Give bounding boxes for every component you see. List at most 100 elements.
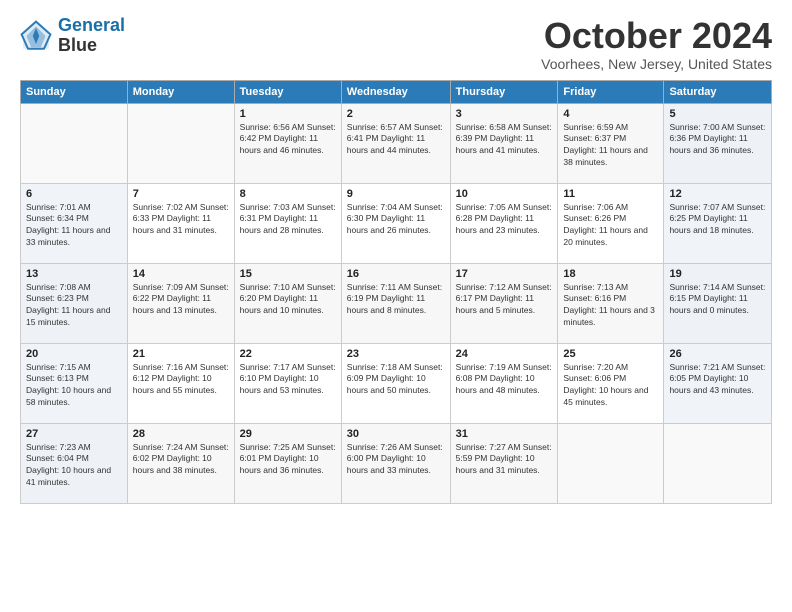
day-number: 31	[456, 428, 553, 440]
calendar-day: 8 Sunrise: 7:03 AM Sunset: 6:31 PM Daylig…	[234, 183, 341, 263]
day-info: Sunrise: 7:12 AM Sunset: 6:17 PM Dayligh…	[456, 282, 553, 318]
calendar-day: 12 Sunrise: 7:07 AM Sunset: 6:25 PM Dayli…	[664, 183, 772, 263]
calendar-day: 21 Sunrise: 7:16 AM Sunset: 6:12 PM Dayli…	[127, 343, 234, 423]
calendar-body: 1 Sunrise: 6:56 AM Sunset: 6:42 PM Daylig…	[21, 103, 772, 503]
calendar-day	[21, 103, 128, 183]
calendar-week-5: 27Sunrise: 7:23 AM Sunset: 6:04 PM Dayli…	[21, 423, 772, 503]
day-info: Sunrise: 7:18 AM Sunset: 6:09 PM Dayligh…	[347, 362, 445, 398]
logo-line2: Blue	[58, 36, 125, 56]
day-info: Sunrise: 7:16 AM Sunset: 6:12 PM Dayligh…	[133, 362, 229, 398]
day-info: Sunrise: 7:13 AM Sunset: 6:16 PM Dayligh…	[563, 282, 658, 330]
calendar-day: 29 Sunrise: 7:25 AM Sunset: 6:01 PM Dayli…	[234, 423, 341, 503]
day-info: Sunrise: 7:25 AM Sunset: 6:01 PM Dayligh…	[240, 442, 336, 478]
calendar-week-3: 13 Sunrise: 7:08 AM Sunset: 6:23 PM Dayli…	[21, 263, 772, 343]
day-number: 30	[347, 428, 445, 440]
day-info: Sunrise: 7:10 AM Sunset: 6:20 PM Dayligh…	[240, 282, 336, 318]
page: General Blue October 2024 Voorhees, New …	[0, 0, 792, 612]
calendar-day: 17 Sunrise: 7:12 AM Sunset: 6:17 PM Dayli…	[450, 263, 558, 343]
day-number: 7	[133, 188, 229, 200]
calendar-day: 28 Sunrise: 7:24 AM Sunset: 6:02 PM Dayli…	[127, 423, 234, 503]
day-number: 14	[133, 268, 229, 280]
day-number: 18	[563, 268, 658, 280]
calendar-day: 30 Sunrise: 7:26 AM Sunset: 6:00 PM Dayli…	[341, 423, 450, 503]
day-number: 3	[456, 108, 553, 120]
day-info: Sunrise: 7:17 AM Sunset: 6:10 PM Dayligh…	[240, 362, 336, 398]
calendar: Sunday Monday Tuesday Wednesday Thursday…	[20, 80, 772, 504]
calendar-day: 11Sunrise: 7:06 AM Sunset: 6:26 PM Dayli…	[558, 183, 664, 263]
calendar-day: 2 Sunrise: 6:57 AM Sunset: 6:41 PM Daylig…	[341, 103, 450, 183]
logo-icon	[20, 20, 52, 52]
calendar-day: 4 Sunrise: 6:59 AM Sunset: 6:37 PM Daylig…	[558, 103, 664, 183]
calendar-day: 15Sunrise: 7:10 AM Sunset: 6:20 PM Dayli…	[234, 263, 341, 343]
day-number: 12	[669, 188, 766, 200]
day-info: Sunrise: 6:59 AM Sunset: 6:37 PM Dayligh…	[563, 122, 658, 170]
day-number: 2	[347, 108, 445, 120]
day-number: 24	[456, 348, 553, 360]
day-number: 19	[669, 268, 766, 280]
calendar-day: 27Sunrise: 7:23 AM Sunset: 6:04 PM Dayli…	[21, 423, 128, 503]
day-info: Sunrise: 7:04 AM Sunset: 6:30 PM Dayligh…	[347, 202, 445, 238]
calendar-day: 31Sunrise: 7:27 AM Sunset: 5:59 PM Dayli…	[450, 423, 558, 503]
calendar-day	[558, 423, 664, 503]
calendar-week-1: 1 Sunrise: 6:56 AM Sunset: 6:42 PM Daylig…	[21, 103, 772, 183]
col-sunday: Sunday	[21, 80, 128, 103]
day-info: Sunrise: 7:20 AM Sunset: 6:06 PM Dayligh…	[563, 362, 658, 410]
day-number: 1	[240, 108, 336, 120]
location: Voorhees, New Jersey, United States	[541, 56, 772, 72]
calendar-day: 1 Sunrise: 6:56 AM Sunset: 6:42 PM Daylig…	[234, 103, 341, 183]
calendar-day: 6Sunrise: 7:01 AM Sunset: 6:34 PM Daylig…	[21, 183, 128, 263]
day-info: Sunrise: 7:03 AM Sunset: 6:31 PM Dayligh…	[240, 202, 336, 238]
day-number: 9	[347, 188, 445, 200]
calendar-header-row: Sunday Monday Tuesday Wednesday Thursday…	[21, 80, 772, 103]
day-number: 5	[669, 108, 766, 120]
calendar-day: 10Sunrise: 7:05 AM Sunset: 6:28 PM Dayli…	[450, 183, 558, 263]
day-info: Sunrise: 7:19 AM Sunset: 6:08 PM Dayligh…	[456, 362, 553, 398]
calendar-day: 7Sunrise: 7:02 AM Sunset: 6:33 PM Daylig…	[127, 183, 234, 263]
day-number: 28	[133, 428, 229, 440]
calendar-day	[127, 103, 234, 183]
calendar-day: 22 Sunrise: 7:17 AM Sunset: 6:10 PM Dayli…	[234, 343, 341, 423]
calendar-day: 5 Sunrise: 7:00 AM Sunset: 6:36 PM Daylig…	[664, 103, 772, 183]
calendar-day: 14 Sunrise: 7:09 AM Sunset: 6:22 PM Dayli…	[127, 263, 234, 343]
logo-line1: General	[58, 15, 125, 35]
day-info: Sunrise: 6:56 AM Sunset: 6:42 PM Dayligh…	[240, 122, 336, 158]
day-number: 21	[133, 348, 229, 360]
logo: General Blue	[20, 16, 125, 56]
day-number: 29	[240, 428, 336, 440]
calendar-day: 9 Sunrise: 7:04 AM Sunset: 6:30 PM Daylig…	[341, 183, 450, 263]
day-info: Sunrise: 7:05 AM Sunset: 6:28 PM Dayligh…	[456, 202, 553, 238]
day-number: 17	[456, 268, 553, 280]
day-number: 26	[669, 348, 766, 360]
day-info: Sunrise: 7:00 AM Sunset: 6:36 PM Dayligh…	[669, 122, 766, 158]
day-info: Sunrise: 7:07 AM Sunset: 6:25 PM Dayligh…	[669, 202, 766, 238]
day-info: Sunrise: 7:06 AM Sunset: 6:26 PM Dayligh…	[563, 202, 658, 250]
day-number: 22	[240, 348, 336, 360]
calendar-day: 25 Sunrise: 7:20 AM Sunset: 6:06 PM Dayli…	[558, 343, 664, 423]
day-number: 4	[563, 108, 658, 120]
day-number: 16	[347, 268, 445, 280]
header: General Blue October 2024 Voorhees, New …	[20, 16, 772, 72]
calendar-day: 23Sunrise: 7:18 AM Sunset: 6:09 PM Dayli…	[341, 343, 450, 423]
day-info: Sunrise: 7:08 AM Sunset: 6:23 PM Dayligh…	[26, 282, 122, 330]
calendar-day: 24 Sunrise: 7:19 AM Sunset: 6:08 PM Dayli…	[450, 343, 558, 423]
day-info: Sunrise: 7:11 AM Sunset: 6:19 PM Dayligh…	[347, 282, 445, 318]
day-info: Sunrise: 7:09 AM Sunset: 6:22 PM Dayligh…	[133, 282, 229, 318]
calendar-day: 13 Sunrise: 7:08 AM Sunset: 6:23 PM Dayli…	[21, 263, 128, 343]
calendar-day: 26Sunrise: 7:21 AM Sunset: 6:05 PM Dayli…	[664, 343, 772, 423]
day-number: 8	[240, 188, 336, 200]
col-monday: Monday	[127, 80, 234, 103]
day-info: Sunrise: 6:58 AM Sunset: 6:39 PM Dayligh…	[456, 122, 553, 158]
day-info: Sunrise: 7:15 AM Sunset: 6:13 PM Dayligh…	[26, 362, 122, 410]
day-number: 25	[563, 348, 658, 360]
calendar-day: 18 Sunrise: 7:13 AM Sunset: 6:16 PM Dayli…	[558, 263, 664, 343]
day-info: Sunrise: 6:57 AM Sunset: 6:41 PM Dayligh…	[347, 122, 445, 158]
day-number: 27	[26, 428, 122, 440]
calendar-day: 19Sunrise: 7:14 AM Sunset: 6:15 PM Dayli…	[664, 263, 772, 343]
col-wednesday: Wednesday	[341, 80, 450, 103]
day-info: Sunrise: 7:26 AM Sunset: 6:00 PM Dayligh…	[347, 442, 445, 478]
day-number: 20	[26, 348, 122, 360]
day-info: Sunrise: 7:24 AM Sunset: 6:02 PM Dayligh…	[133, 442, 229, 478]
calendar-day: 20 Sunrise: 7:15 AM Sunset: 6:13 PM Dayli…	[21, 343, 128, 423]
day-number: 6	[26, 188, 122, 200]
day-number: 13	[26, 268, 122, 280]
